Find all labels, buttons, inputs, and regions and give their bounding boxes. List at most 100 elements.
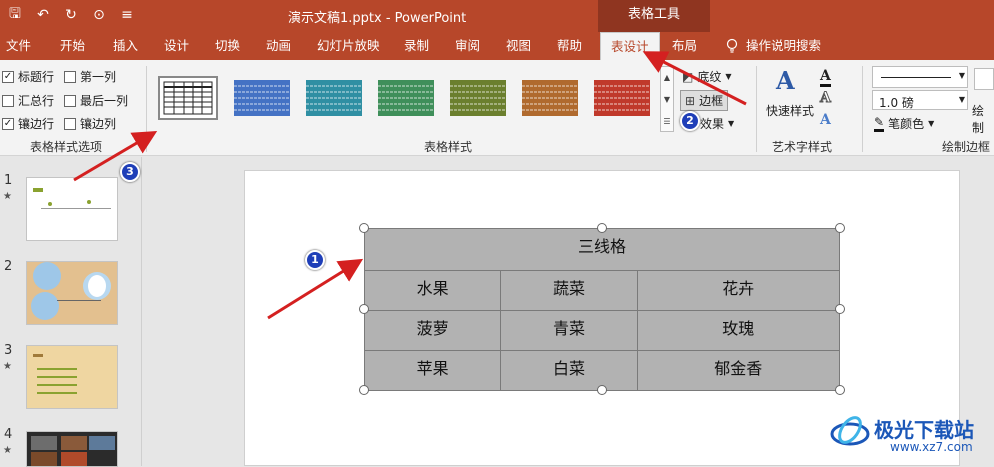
tab-home[interactable]: 开始: [60, 32, 85, 60]
chevron-down-icon: ▼: [958, 71, 965, 80]
slide-2-preview: [27, 262, 117, 324]
tell-me-search[interactable]: 操作说明搜索: [726, 32, 821, 60]
save-icon[interactable]: 🖫: [6, 5, 24, 25]
quick-styles-button[interactable]: 快速样式: [766, 102, 814, 119]
resize-handle-left[interactable]: [359, 304, 369, 314]
text-fill-icon[interactable]: A: [820, 68, 831, 87]
slide-thumbnail-2[interactable]: [26, 261, 118, 325]
pen-color-button[interactable]: ✎ 笔颜色 ▼: [874, 115, 934, 132]
customize-icon[interactable]: ≡: [118, 5, 136, 25]
tab-transitions[interactable]: 切换: [215, 32, 240, 60]
gallery-scroll[interactable]: ▲ ▼ ☰: [660, 66, 674, 132]
table-cell[interactable]: 菠萝: [363, 310, 502, 351]
slide-thumbnail-3[interactable]: [26, 345, 118, 409]
checkbox-header-row[interactable]: ✓: [2, 70, 14, 83]
table-style-orange[interactable]: [520, 76, 580, 120]
table-style-olive[interactable]: [448, 76, 508, 120]
table-cell[interactable]: 苹果: [363, 350, 502, 391]
resize-handle-bottom[interactable]: [597, 385, 607, 395]
quick-styles-label: 快速样式: [766, 104, 815, 118]
slide-1-preview: [33, 188, 111, 209]
option-last-column[interactable]: 最后一列: [64, 92, 128, 109]
table-cell[interactable]: 蔬菜: [500, 270, 638, 311]
gallery-more-icon[interactable]: ☰: [661, 111, 673, 133]
gallery-up-icon[interactable]: ▲: [661, 67, 673, 89]
tab-insert[interactable]: 插入: [113, 32, 138, 60]
tab-file[interactable]: 文件: [6, 32, 31, 60]
chevron-down-icon: ▼: [958, 95, 965, 104]
slide-number-2: 2: [4, 259, 13, 274]
option-first-column[interactable]: 第一列: [64, 68, 116, 85]
slide-table[interactable]: 三线格 水果 蔬菜 花卉 菠萝 青菜 玫瑰 苹果 白菜 郁金香: [363, 228, 841, 391]
pen-weight-select[interactable]: 1.0 磅 ▼: [872, 90, 968, 110]
table-row: 菠萝 青菜 玫瑰: [363, 310, 841, 351]
table-row: 水果 蔬菜 花卉: [363, 270, 841, 311]
gallery-down-icon[interactable]: ▼: [661, 89, 673, 111]
table-cell[interactable]: 花卉: [636, 270, 841, 311]
pen-weight-label: 1.0 磅: [879, 96, 914, 110]
slide-number-4: 4: [4, 427, 13, 442]
option-total-row[interactable]: 汇总行: [2, 92, 54, 109]
pen-style-select[interactable]: ▼: [872, 66, 968, 88]
table-title-cell[interactable]: 三线格: [364, 228, 840, 271]
shading-label: 底纹: [697, 70, 722, 84]
slide-number-1: 1: [4, 173, 13, 188]
redo-icon[interactable]: ↻: [62, 5, 80, 25]
group-separator: [146, 66, 147, 152]
tab-slideshow[interactable]: 幻灯片放映: [317, 32, 380, 60]
text-effects-icon[interactable]: A: [820, 112, 831, 128]
tab-animations[interactable]: 动画: [266, 32, 291, 60]
tab-record[interactable]: 录制: [404, 32, 429, 60]
checkbox-banded-rows[interactable]: ✓: [2, 117, 14, 130]
checkbox-last-column[interactable]: [64, 94, 76, 107]
table-cell[interactable]: 青菜: [500, 310, 638, 351]
table-style-plain-preview: [163, 81, 213, 115]
title-bar: 🖫 ↶ ↻ ⊙ ≡ 演示文稿1.pptx - PowerPoint 表格工具: [0, 0, 994, 32]
border-button[interactable]: ⊞ 边框: [680, 90, 729, 111]
table-style-green[interactable]: [376, 76, 436, 120]
resize-handle-top-left[interactable]: [359, 223, 369, 233]
slide-thumbnail-pane: 1 ★ 2 3 ★ 4 ★: [0, 157, 142, 467]
draw-table-icon[interactable]: [974, 68, 994, 90]
present-icon[interactable]: ⊙: [90, 5, 108, 25]
option-banded-rows[interactable]: ✓ 镶边行: [2, 115, 54, 132]
undo-icon[interactable]: ↶: [34, 5, 52, 25]
table-cell[interactable]: 白菜: [500, 350, 638, 391]
tab-design[interactable]: 设计: [164, 32, 189, 60]
step-badge-3: 3: [120, 162, 140, 182]
slide-thumbnail-1[interactable]: [26, 177, 118, 241]
table-cell[interactable]: 水果: [363, 270, 502, 311]
table-style-plain[interactable]: [158, 76, 218, 120]
resize-handle-top[interactable]: [597, 223, 607, 233]
resize-handle-right[interactable]: [835, 304, 845, 314]
quick-styles-icon[interactable]: A: [776, 66, 795, 95]
group-label-table-styles: 表格样式: [424, 140, 473, 154]
table-style-red[interactable]: [592, 76, 652, 120]
table-style-blue[interactable]: [232, 76, 292, 120]
table-cell[interactable]: 玫瑰: [636, 310, 841, 351]
slide-thumbnail-4[interactable]: [26, 431, 118, 467]
option-header-row[interactable]: ✓ 标题行: [2, 68, 54, 85]
tell-me-label: 操作说明搜索: [746, 38, 822, 53]
resize-handle-bottom-left[interactable]: [359, 385, 369, 395]
shading-button[interactable]: ◩ 底纹 ▼: [682, 68, 732, 85]
table-style-red-preview: [594, 80, 650, 116]
tab-review[interactable]: 审阅: [455, 32, 480, 60]
tab-help[interactable]: 帮助: [557, 32, 582, 60]
checkbox-first-column[interactable]: [64, 70, 76, 83]
resize-handle-bottom-right[interactable]: [835, 385, 845, 395]
resize-handle-top-right[interactable]: [835, 223, 845, 233]
checkbox-total-row[interactable]: [2, 94, 14, 107]
table-style-teal-preview: [306, 80, 362, 116]
checkbox-banded-columns[interactable]: [64, 117, 76, 130]
table-style-teal[interactable]: [304, 76, 364, 120]
option-banded-columns-label: 镶边列: [80, 117, 117, 131]
tab-layout[interactable]: 布局: [672, 32, 697, 60]
table-cell[interactable]: 郁金香: [636, 350, 841, 391]
option-banded-columns[interactable]: 镶边列: [64, 115, 116, 132]
tab-view[interactable]: 视图: [506, 32, 531, 60]
text-outline-icon[interactable]: A: [820, 90, 832, 107]
draw-table-button[interactable]: 绘制: [972, 102, 994, 136]
pen-color-label: 笔颜色: [888, 117, 925, 131]
tab-table-design[interactable]: 表设计: [600, 32, 660, 60]
